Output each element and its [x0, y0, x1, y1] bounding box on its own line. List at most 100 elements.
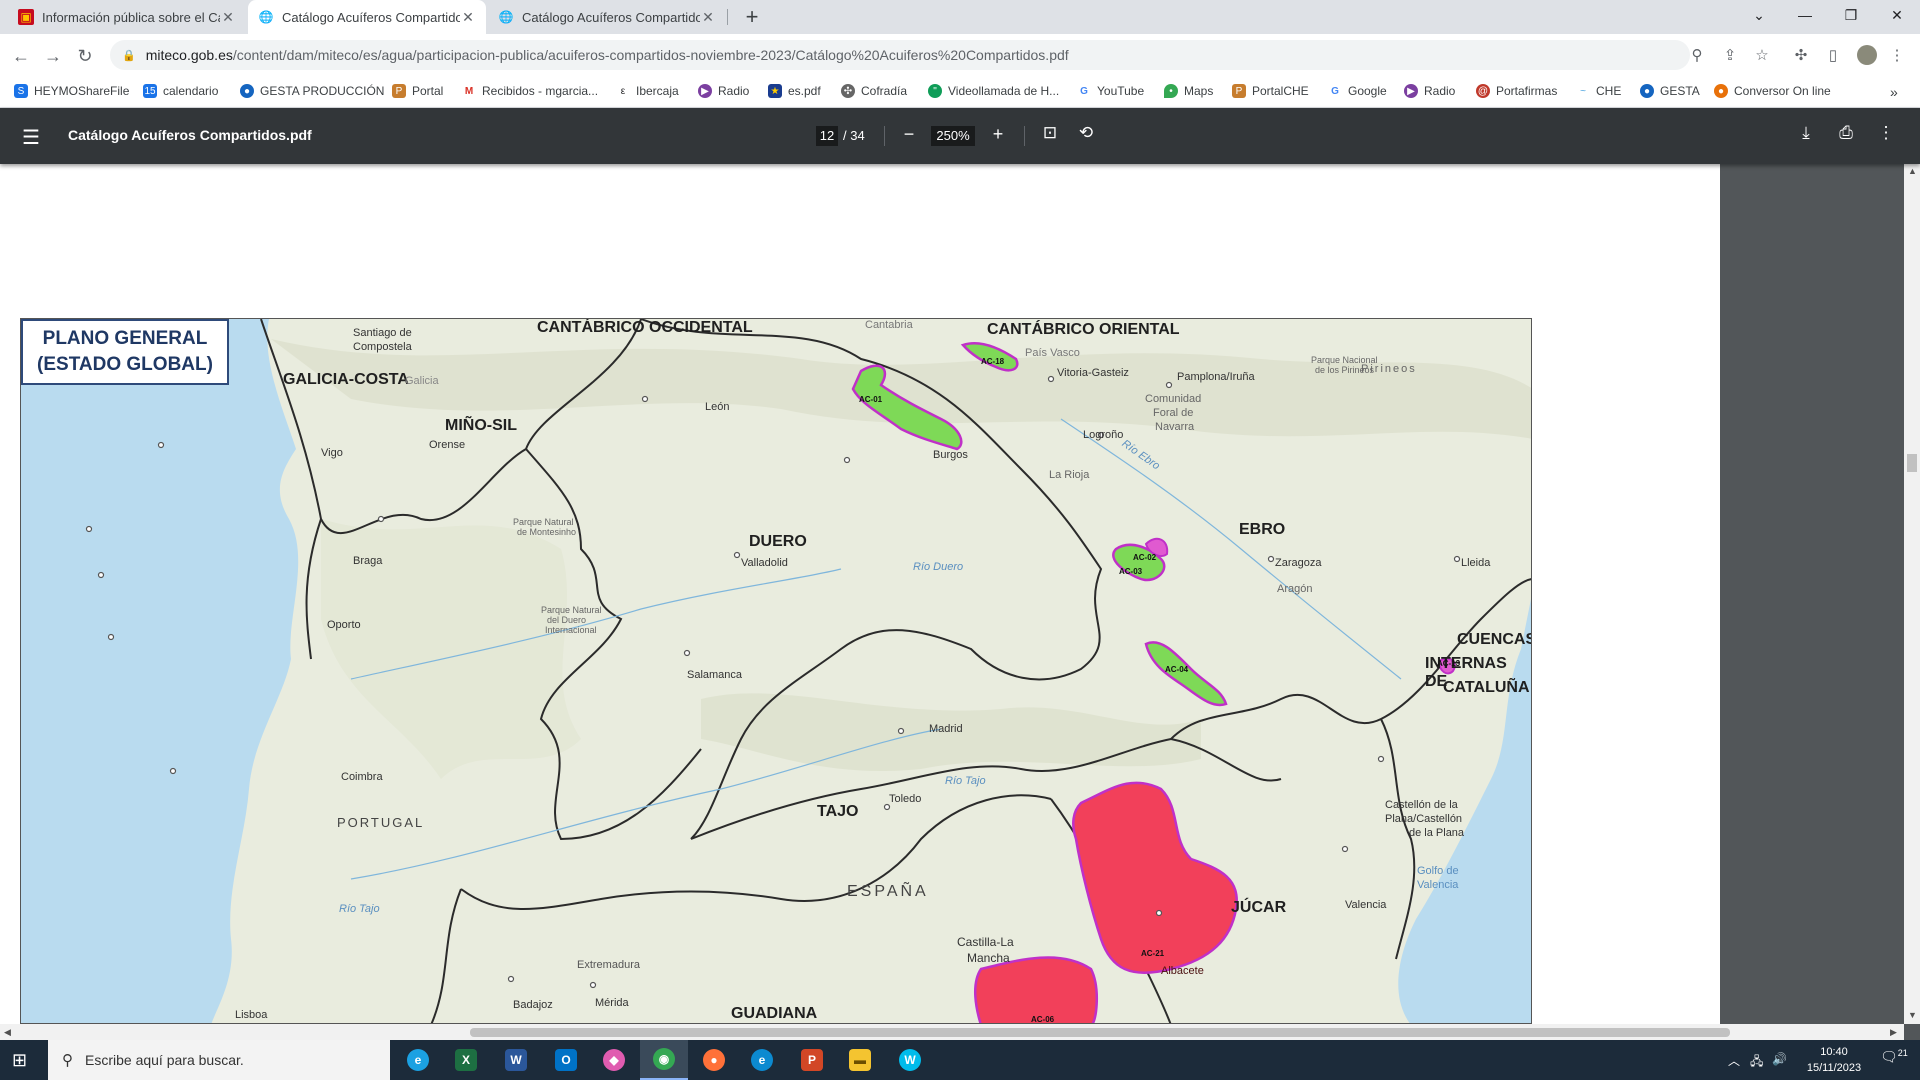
scroll-down-arrow-icon[interactable]: ▼ [1908, 1010, 1917, 1020]
aquifer-code: AC-13 [1437, 659, 1461, 668]
windows-start-icon[interactable]: ⊞ [12, 1050, 27, 1071]
pdf-viewer[interactable]: PLANO GENERAL (ESTADO GLOBAL) CANTÁBRICO… [0, 164, 1920, 1040]
bookmark-che[interactable]: ~ CHE [1576, 84, 1621, 98]
close-icon[interactable]: ✕ [700, 9, 716, 26]
page-number-input[interactable]: 12 [816, 126, 838, 146]
city-dot [641, 395, 649, 403]
place-label: Castellón de la [1385, 799, 1458, 811]
tab-catalogo-2[interactable]: 🌐 Catálogo Acuíferos Compartido ✕ [488, 0, 726, 34]
place-label: País Vasco [1025, 347, 1080, 359]
network-icon[interactable]: 🖧 [1750, 1052, 1763, 1073]
place-label: Mancha [967, 951, 1010, 965]
share-icon[interactable]: ⇪ [1719, 44, 1741, 66]
bookmark-radio[interactable]: ▶ Radio [698, 84, 749, 98]
bookmark-gesta[interactable]: ● GESTA [1640, 84, 1700, 98]
taskbar-search-box[interactable]: ⚲ Escribe aquí para buscar. [48, 1040, 390, 1080]
horizontal-scrollbar[interactable]: ◀ ▶ [0, 1024, 1904, 1040]
close-icon[interactable]: ✕ [460, 9, 476, 26]
more-options-icon[interactable]: ⋮ [1874, 123, 1898, 143]
address-bar[interactable]: 🔒 miteco.gob.es/content/dam/miteco/es/ag… [110, 40, 1690, 70]
vertical-scrollbar[interactable]: ▲ ▼ [1904, 164, 1920, 1024]
city-dot [107, 633, 115, 641]
close-icon[interactable]: ✕ [220, 9, 236, 26]
bookmarks-bar: S HEYMOShareFile 15 calendario ● GESTA PROD… [0, 76, 1920, 108]
zoom-out-button[interactable]: − [898, 124, 920, 145]
volume-icon[interactable]: 🔊 [1772, 1052, 1787, 1066]
water-drop-icon: ● [240, 84, 254, 98]
city-dot [589, 981, 597, 989]
bookmark-radio-2[interactable]: ▶ Radio [1404, 84, 1455, 98]
forward-button[interactable]: → [40, 43, 66, 69]
outlook-taskbar-button[interactable]: O [542, 1040, 590, 1080]
webex-taskbar-button[interactable]: W [886, 1040, 934, 1080]
place-label: Galicia [405, 375, 439, 387]
ie-taskbar-button[interactable]: e [394, 1040, 442, 1080]
tab-catalogo-active[interactable]: 🌐 Catálogo Acuíferos Compartido ✕ [248, 0, 486, 34]
edge-taskbar-button[interactable]: e [738, 1040, 786, 1080]
powerpoint-taskbar-button[interactable]: P [788, 1040, 836, 1080]
close-window-button[interactable]: ✕ [1874, 0, 1920, 30]
bookmark-maps[interactable]: • Maps [1164, 84, 1213, 98]
restore-button[interactable]: ❐ [1828, 0, 1874, 30]
bookmark-ibercaja[interactable]: ε Ibercaja [616, 84, 679, 98]
scroll-up-arrow-icon[interactable]: ▲ [1908, 166, 1917, 176]
reload-button[interactable]: ↻ [72, 43, 98, 69]
bookmark-gesta-produccion[interactable]: ● GESTA PRODUCCIÓN [240, 84, 384, 98]
bookmark-conversor[interactable]: ● Conversor On line [1714, 84, 1831, 98]
bookmark-star-icon[interactable]: ☆ [1751, 44, 1773, 66]
tab-informacion-publica[interactable]: ▣ Información pública sobre el Cat ✕ [8, 0, 246, 34]
rotate-icon[interactable]: ⟲ [1074, 123, 1098, 143]
bookmark-portal[interactable]: P Portal [392, 84, 443, 98]
bookmark-videollamada[interactable]: " Videollamada de H... [928, 84, 1059, 98]
excel-taskbar-button[interactable]: X [442, 1040, 490, 1080]
chrome-taskbar-button[interactable]: ◉ [640, 1040, 688, 1080]
more-bookmarks-icon[interactable]: » [1890, 84, 1898, 100]
bookmark-label: Radio [718, 84, 750, 98]
bookmark-recibidos[interactable]: M Recibidos - mgarcia... [462, 84, 598, 98]
place-label: Mérida [595, 997, 629, 1009]
search-placeholder: Escribe aquí para buscar. [85, 1052, 244, 1068]
notifications-icon[interactable]: 🗨21 [1880, 1048, 1908, 1066]
boundary-minosil-south [305, 518, 322, 660]
aquifer-code: AC-18 [981, 357, 1005, 366]
fit-page-icon[interactable]: ⊡ [1038, 123, 1062, 143]
firefox-taskbar-button[interactable]: ● [690, 1040, 738, 1080]
word-taskbar-button[interactable]: W [492, 1040, 540, 1080]
side-panel-icon[interactable]: ▯ [1822, 44, 1844, 66]
place-label: Río Duero [913, 561, 964, 573]
zoom-icon[interactable]: ⚲ [1686, 44, 1708, 66]
hamburger-menu-icon[interactable]: ☰ [22, 125, 40, 150]
bookmark-calendario[interactable]: 15 calendario [143, 84, 218, 98]
place-label: Oporto [327, 619, 361, 631]
extensions-icon[interactable]: ✣ [1790, 44, 1812, 66]
bookmark-cofradia[interactable]: ✣ Cofradía [841, 84, 907, 98]
vertical-scroll-thumb[interactable] [1907, 454, 1917, 472]
tab-search-button[interactable]: ⌄ [1736, 0, 1782, 30]
file-explorer-taskbar-button[interactable]: ▬ [836, 1040, 884, 1080]
download-icon[interactable]: ⤓ [1794, 123, 1818, 143]
scroll-right-arrow-icon[interactable]: ▶ [1890, 1027, 1897, 1038]
bookmark-youtube[interactable]: G YouTube [1077, 84, 1144, 98]
new-tab-button[interactable]: + [738, 4, 766, 32]
horizontal-scroll-thumb[interactable] [470, 1028, 1730, 1037]
kebab-menu-icon[interactable]: ⋮ [1886, 44, 1908, 66]
pdf-title: Catálogo Acuíferos Compartidos.pdf [68, 127, 312, 143]
scroll-left-arrow-icon[interactable]: ◀ [4, 1027, 11, 1038]
zoom-in-button[interactable]: + [987, 124, 1009, 145]
bookmark-google[interactable]: G Google [1328, 84, 1387, 98]
zoom-level-input[interactable]: 250% [931, 126, 975, 146]
bookmark-portalche[interactable]: P PortalCHE [1232, 84, 1309, 98]
drop-app-taskbar-button[interactable]: ◆ [590, 1040, 638, 1080]
bookmark-es-pdf[interactable]: ★ es.pdf [768, 84, 821, 98]
profile-avatar[interactable] [1856, 44, 1878, 66]
back-button[interactable]: ← [8, 43, 34, 69]
place-label: Cantabria [865, 319, 913, 331]
city-dot [683, 649, 691, 657]
print-icon[interactable]: ⎙ [1834, 123, 1858, 143]
bookmark-portafirmas[interactable]: @ Portafirmas [1476, 84, 1557, 98]
taskbar-clock[interactable]: 10:40 15/11/2023 [1792, 1044, 1876, 1076]
bookmark-heymosharefile[interactable]: S HEYMOShareFile [14, 84, 129, 98]
bookmark-label: Cofradía [861, 84, 908, 98]
minimize-button[interactable]: — [1782, 0, 1828, 30]
tray-chevron-icon[interactable]: ︿ [1728, 1052, 1740, 1069]
